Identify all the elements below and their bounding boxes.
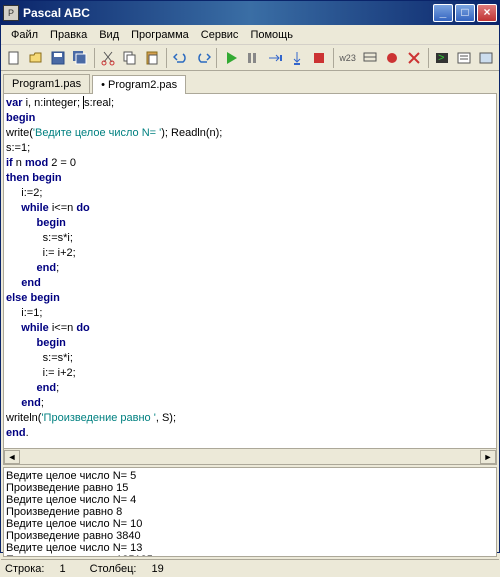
cut-button[interactable] [98,47,119,69]
menu-program[interactable]: Программа [125,27,195,43]
console-button[interactable]: > [432,47,453,69]
titlebar: P Pascal ABC _ □ × [1,1,499,25]
minimize-button[interactable]: _ [433,4,453,22]
tab-program2[interactable]: • Program2.pas [92,75,186,94]
separator [216,48,217,68]
run-button[interactable] [220,47,241,69]
stepinto-button[interactable] [287,47,308,69]
step-button[interactable] [242,47,263,69]
menu-help[interactable]: Помощь [244,27,299,43]
breakpoint-button[interactable] [381,47,402,69]
menu-file[interactable]: Файл [5,27,44,43]
stop-button[interactable] [309,47,330,69]
output-line: Произведение равно 135135 [6,554,494,557]
code-editor[interactable]: var i, n:integer; s:real; begin write('В… [3,93,497,449]
output-line: Ведите целое число N= 13 [6,542,494,554]
separator [428,48,429,68]
scroll-left-icon[interactable]: ◄ [4,450,20,464]
output-line: Ведите целое число N= 10 [6,518,494,530]
horizontal-scrollbar[interactable]: ◄ ► [3,449,497,465]
separator [333,48,334,68]
paste-button[interactable] [142,47,163,69]
app-icon: P [3,5,19,21]
status-column: Столбец: 19 [90,563,176,575]
output-line: Ведите целое число N= 4 [6,494,494,506]
graphics-button[interactable] [476,47,497,69]
stepover-button[interactable] [265,47,286,69]
watch-button[interactable] [359,47,380,69]
output-panel[interactable]: Ведите целое число N= 5Произведение равн… [3,467,497,557]
svg-text:>: > [438,52,444,64]
separator [94,48,95,68]
clear-button[interactable] [403,47,424,69]
output-button[interactable] [454,47,475,69]
status-line: Строка: 1 [5,563,78,575]
toolbar: w23 > [1,45,499,71]
statusbar: Строка: 1 Столбец: 19 [1,559,499,577]
scroll-right-icon[interactable]: ► [480,450,496,464]
copy-button[interactable] [120,47,141,69]
menubar: Файл Правка Вид Программа Сервис Помощь [1,25,499,45]
vars-button[interactable]: w23 [337,47,358,69]
separator [166,48,167,68]
redo-button[interactable] [192,47,213,69]
output-line: Произведение равно 8 [6,506,494,518]
output-line: Произведение равно 3840 [6,530,494,542]
tab-program1[interactable]: Program1.pas [3,74,90,93]
saveall-button[interactable] [69,47,90,69]
menu-service[interactable]: Сервис [195,27,245,43]
new-button[interactable] [3,47,24,69]
tabstrip: Program1.pas • Program2.pas [1,71,499,93]
close-button[interactable]: × [477,4,497,22]
menu-edit[interactable]: Правка [44,27,93,43]
maximize-button[interactable]: □ [455,4,475,22]
output-line: Ведите целое число N= 5 [6,470,494,482]
save-button[interactable] [47,47,68,69]
menu-view[interactable]: Вид [93,27,125,43]
output-line: Произведение равно 15 [6,482,494,494]
undo-button[interactable] [170,47,191,69]
window-title: Pascal ABC [23,6,433,20]
open-button[interactable] [25,47,46,69]
